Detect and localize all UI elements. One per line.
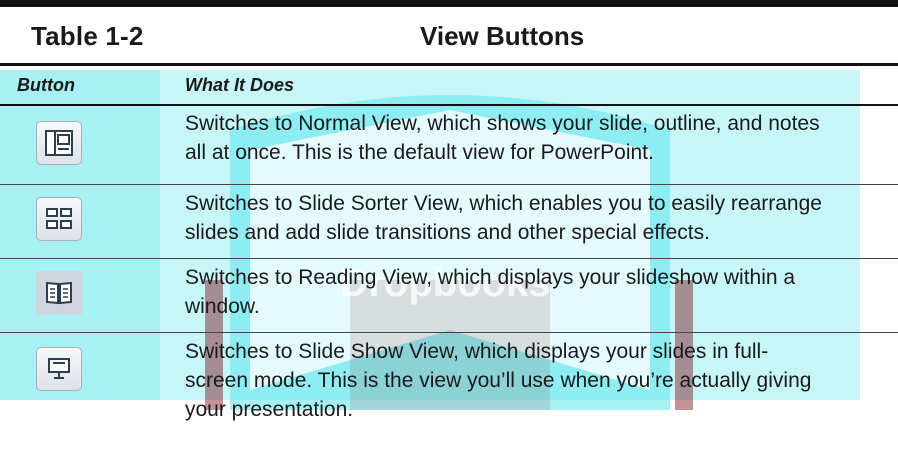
column-header-what: What It Does <box>185 75 295 95</box>
table-number: Table 1-2 <box>31 21 144 51</box>
slide-sorter-icon[interactable] <box>36 197 82 241</box>
table-title-row: Table 1-2 View Buttons <box>0 7 898 63</box>
row-description-line: your presentation. <box>185 398 354 421</box>
row-description-line: all at once. This is the default view fo… <box>185 141 654 164</box>
top-rule <box>0 0 898 7</box>
row-description-line: Switches to Slide Show View, which displ… <box>185 340 769 363</box>
row-description-line: Switches to Reading View, which displays… <box>185 266 796 289</box>
row-description-line: screen mode. This is the view you’ll use… <box>185 369 812 392</box>
table-row: Switches to Slide Sorter View, which ena… <box>0 185 898 258</box>
reading-view-icon[interactable] <box>36 271 82 315</box>
table-row: Switches to Normal View, which shows you… <box>0 106 898 184</box>
row-description-line: Switches to Normal View, which shows you… <box>185 112 820 135</box>
row-description-line: slides and add slide transitions and oth… <box>185 221 710 244</box>
table-row: Switches to Slide Show View, which displ… <box>0 333 898 454</box>
column-header-row: Button What It Does <box>0 66 898 104</box>
slide-show-icon[interactable] <box>36 347 82 391</box>
table-title: View Buttons <box>420 21 585 51</box>
normal-view-icon[interactable] <box>36 121 82 165</box>
column-header-button: Button <box>17 75 75 95</box>
table-row: Switches to Reading View, which displays… <box>0 259 898 332</box>
row-description-line: window. <box>185 295 260 318</box>
view-buttons-table: Table 1-2 View Buttons Button What It Do… <box>0 0 898 454</box>
row-description-line: Switches to Slide Sorter View, which ena… <box>185 192 822 215</box>
